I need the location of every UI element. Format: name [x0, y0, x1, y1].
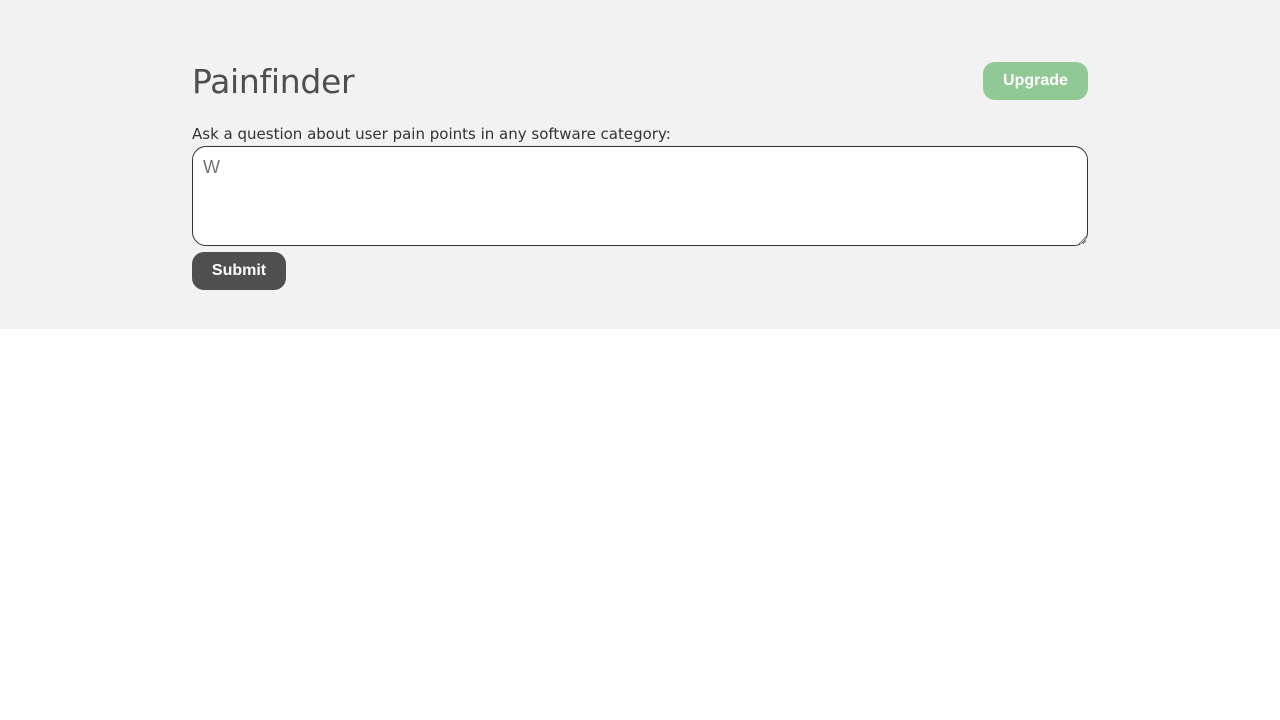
page-title: Painfinder — [192, 62, 355, 101]
question-input[interactable] — [192, 146, 1088, 246]
main-container: Painfinder Upgrade Ask a question about … — [192, 0, 1088, 329]
submit-button[interactable]: Submit — [192, 252, 286, 290]
upgrade-button[interactable]: Upgrade — [983, 62, 1088, 100]
header-band: Painfinder Upgrade Ask a question about … — [0, 0, 1280, 329]
question-label: Ask a question about user pain points in… — [192, 125, 671, 143]
